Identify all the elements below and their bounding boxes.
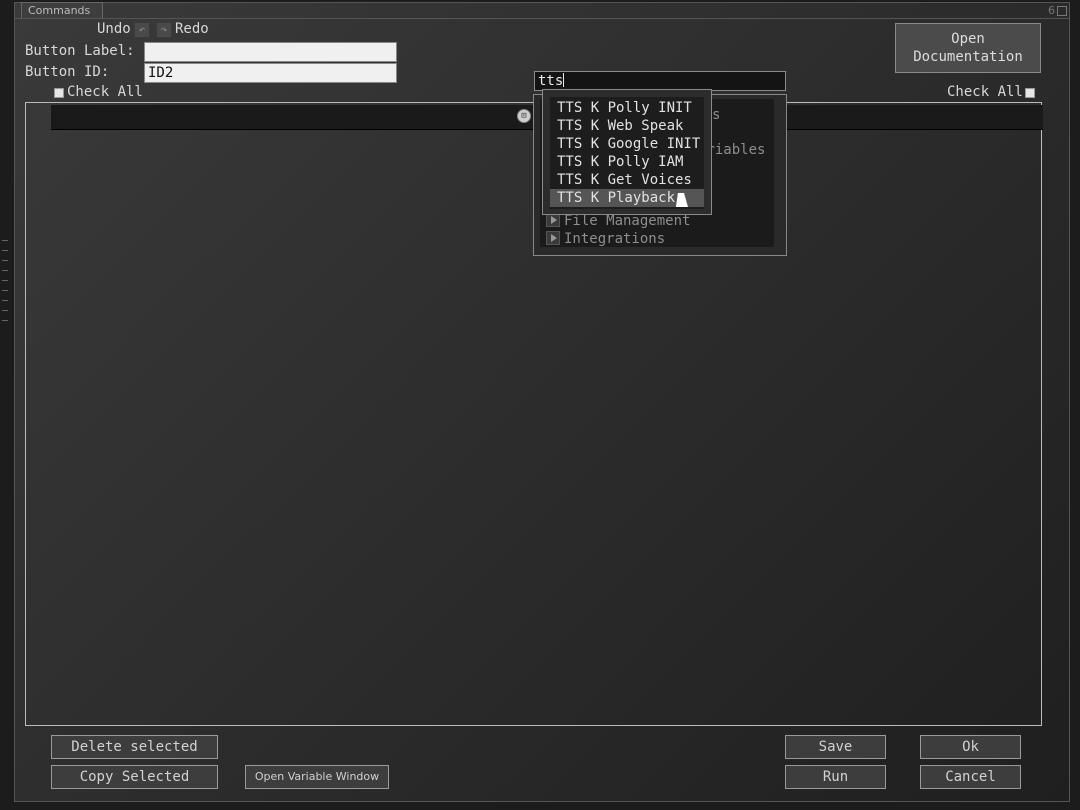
window-corner-icon[interactable]: [1057, 6, 1067, 16]
result-item[interactable]: TTS K Get Voices: [550, 171, 704, 189]
redo-icon[interactable]: ↷: [156, 22, 172, 38]
button-id-label: Button ID:: [25, 64, 110, 80]
redo-button[interactable]: Redo: [175, 21, 209, 37]
mouse-pointer-icon: [676, 193, 690, 207]
run-button[interactable]: Run: [785, 765, 886, 789]
docs-button-line1: Open: [951, 31, 985, 47]
docs-button-line2: Documentation: [913, 49, 1023, 65]
copy-selected-button[interactable]: Copy Selected: [51, 765, 218, 789]
left-edge-marks: [2, 240, 12, 340]
text-caret: [563, 73, 565, 87]
check-all-right-label[interactable]: Check All: [947, 84, 1023, 100]
expand-arrow-icon[interactable]: [546, 213, 560, 227]
title-divider: [15, 18, 1069, 19]
result-item[interactable]: TTS K Web Speak: [550, 117, 704, 135]
category-file-management[interactable]: File Management: [546, 213, 690, 229]
result-item[interactable]: TTS K Polly INIT: [550, 99, 704, 117]
search-value: tts: [538, 73, 564, 89]
button-label-input[interactable]: [144, 42, 397, 62]
category-integrations-label: Integrations: [564, 231, 666, 247]
cancel-button[interactable]: Cancel: [920, 765, 1021, 789]
result-item[interactable]: TTS K Polly IAM: [550, 153, 704, 171]
lock-icon[interactable]: ⊡: [517, 109, 531, 123]
expand-arrow-icon[interactable]: [546, 231, 560, 245]
button-label-label: Button Label:: [25, 43, 135, 59]
command-search-input[interactable]: tts: [534, 71, 786, 91]
window-title-tab[interactable]: Commands: [21, 2, 104, 19]
check-all-left-checkbox[interactable]: [54, 88, 64, 98]
check-all-left-label[interactable]: Check All: [67, 84, 143, 100]
delete-selected-button[interactable]: Delete selected: [51, 735, 218, 759]
undo-button[interactable]: Undo: [97, 21, 131, 37]
open-variable-window-button[interactable]: Open Variable Window: [245, 765, 389, 789]
save-button[interactable]: Save: [785, 735, 886, 759]
category-partial-1[interactable]: s: [712, 107, 720, 123]
commands-window: Commands 6 Undo ↶ ↷ Redo Button Label: B…: [14, 2, 1070, 802]
category-integrations[interactable]: Integrations: [546, 231, 665, 247]
undo-icon[interactable]: ↶: [134, 22, 150, 38]
check-all-right-checkbox[interactable]: [1025, 88, 1035, 98]
window-corner-number: 6: [1048, 4, 1055, 17]
open-documentation-button[interactable]: Open Documentation: [895, 23, 1041, 73]
result-item[interactable]: TTS K Google INIT: [550, 135, 704, 153]
ok-button[interactable]: Ok: [920, 735, 1021, 759]
button-id-input[interactable]: ID2: [144, 63, 397, 83]
category-file-management-label: File Management: [564, 213, 691, 229]
